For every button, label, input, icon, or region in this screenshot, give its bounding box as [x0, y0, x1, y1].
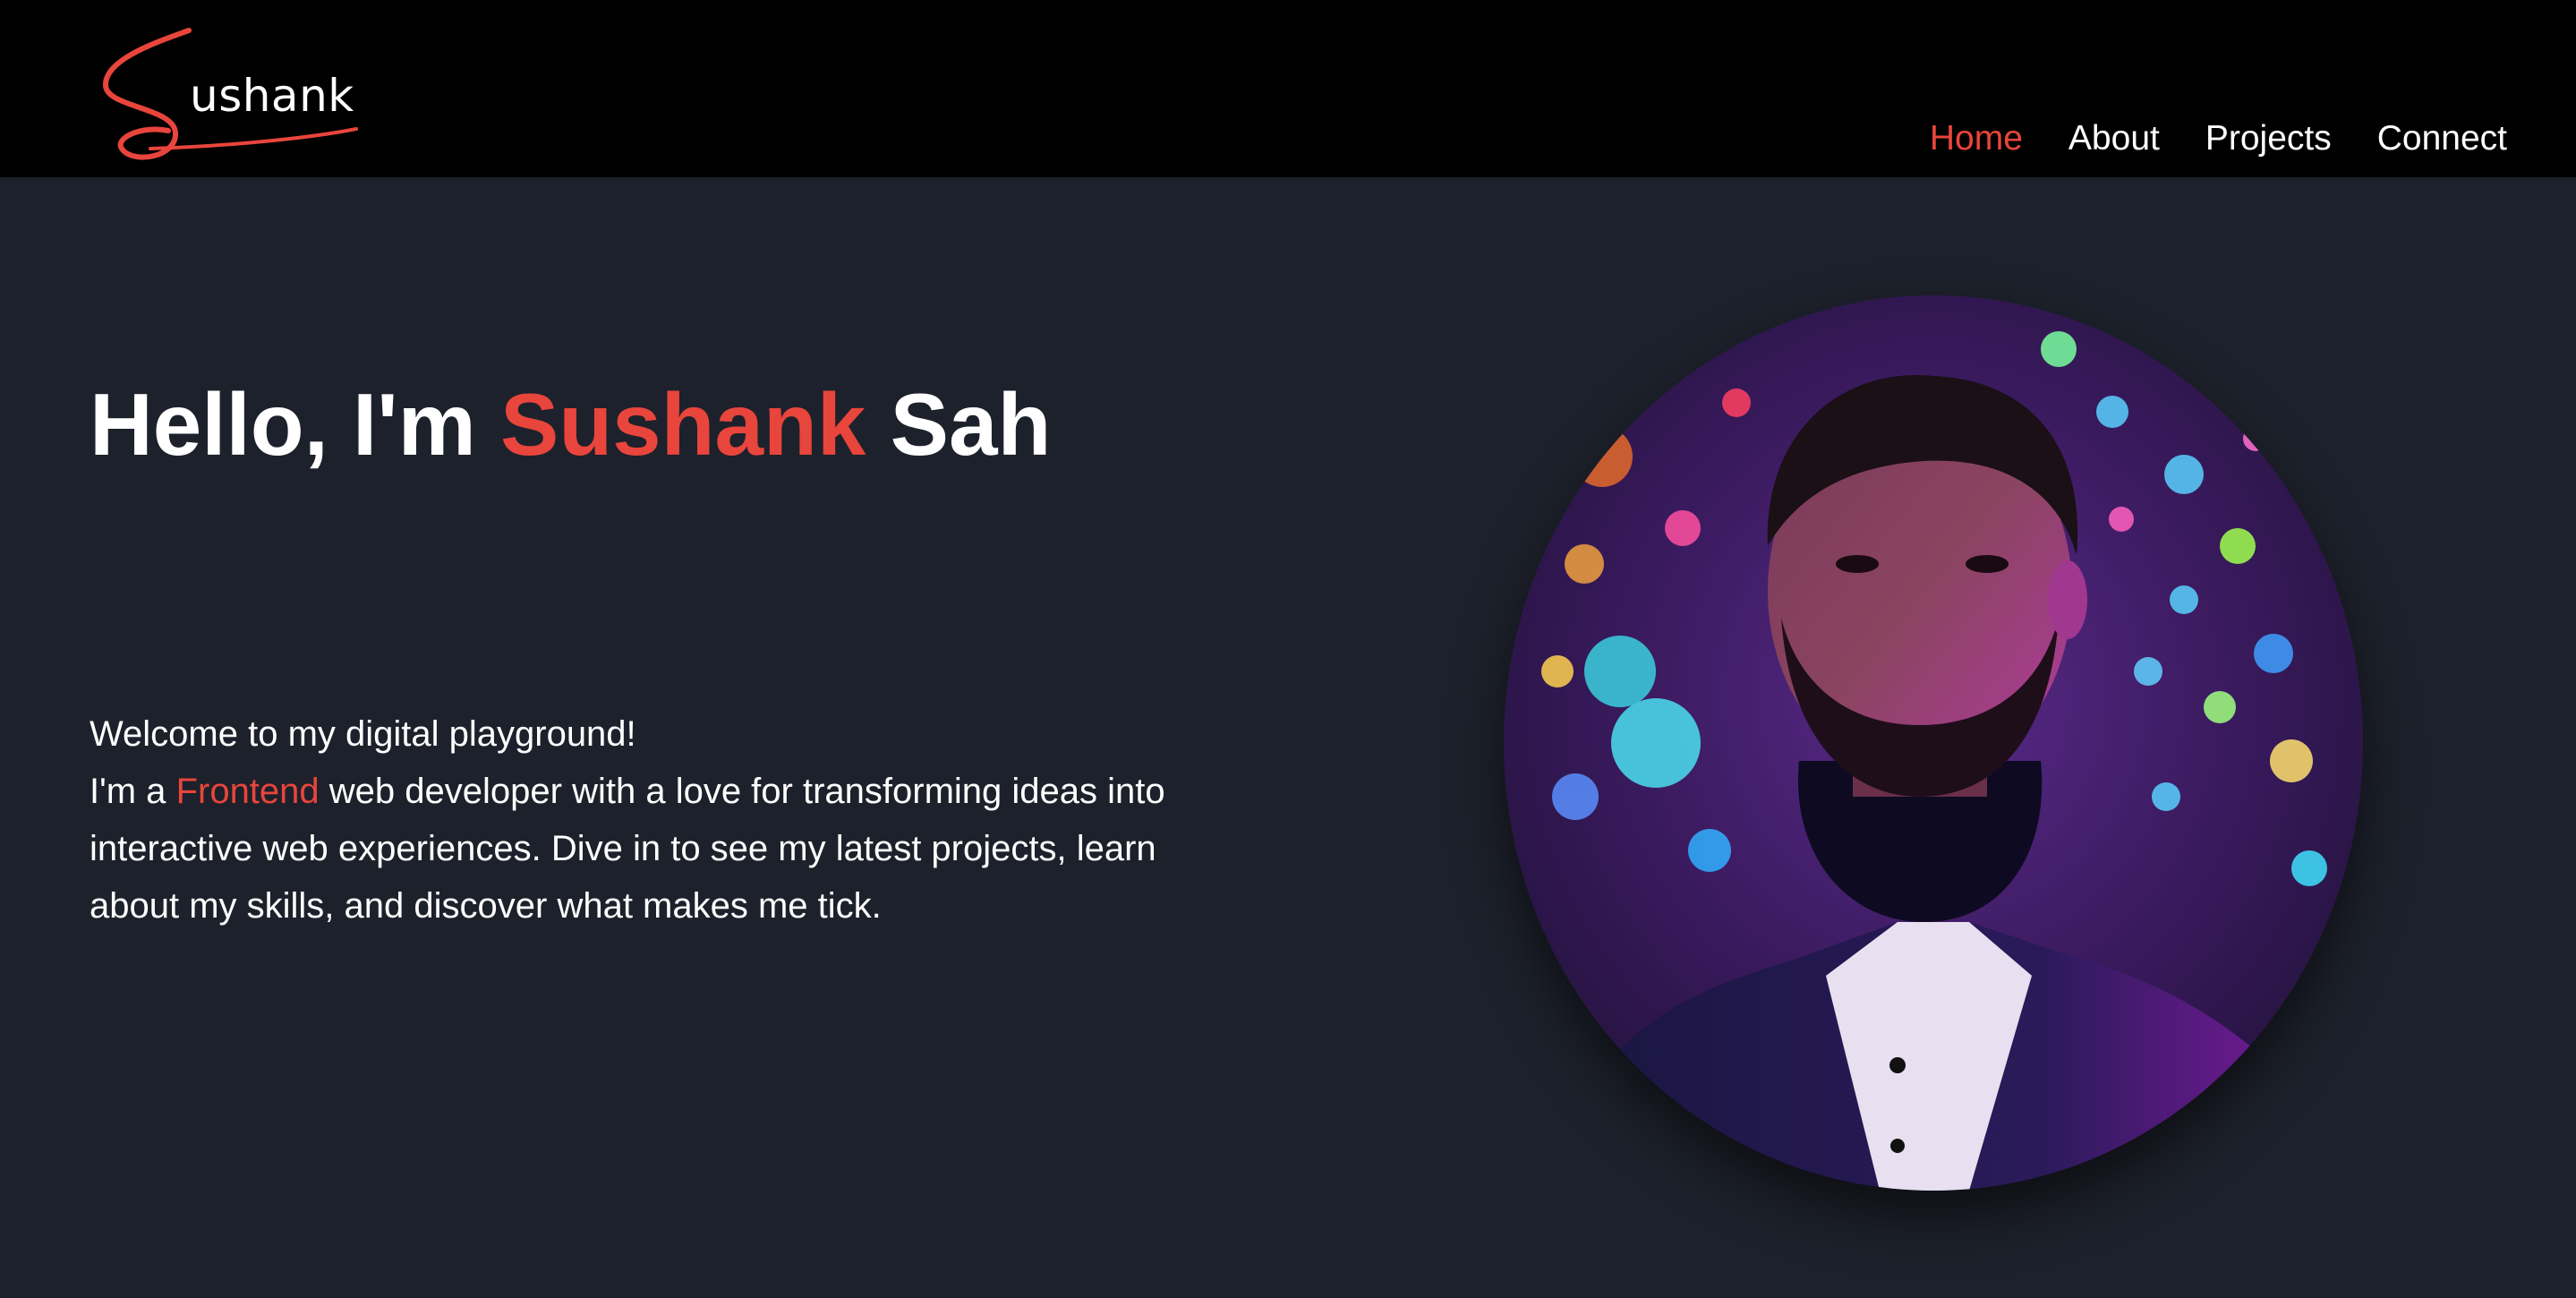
nav-about[interactable]: About [2068, 116, 2160, 161]
profile-photo-illustration [1504, 295, 2363, 1191]
hero-title-prefix: Hello, I'm [90, 375, 476, 474]
nav-connect[interactable]: Connect [2377, 116, 2507, 161]
profile-photo [1504, 295, 2363, 1191]
hero-title: Hello, I'm Sushank Sah [90, 371, 1051, 478]
hero-title-name: Sushank [499, 375, 866, 474]
site-header: ushank Home About Projects Connect [0, 0, 2576, 177]
hero-title-suffix: Sah [890, 375, 1052, 474]
nav-projects[interactable]: Projects [2205, 116, 2332, 161]
nav-home[interactable]: Home [1930, 116, 2023, 161]
logo-text: ushank [190, 70, 354, 122]
main-nav: Home About Projects Connect [1930, 116, 2507, 161]
hero-welcome-line: Welcome to my digital playground! [90, 714, 636, 754]
hero-description: Welcome to my digital playground! I'm a … [90, 705, 1217, 935]
hero-role-highlight: Frontend [175, 772, 320, 811]
hero-intro-prefix: I'm a [90, 772, 166, 811]
hero-intro-paragraph: I'm a Frontend web developer with a love… [90, 763, 1217, 935]
site-logo[interactable]: ushank [97, 14, 365, 167]
